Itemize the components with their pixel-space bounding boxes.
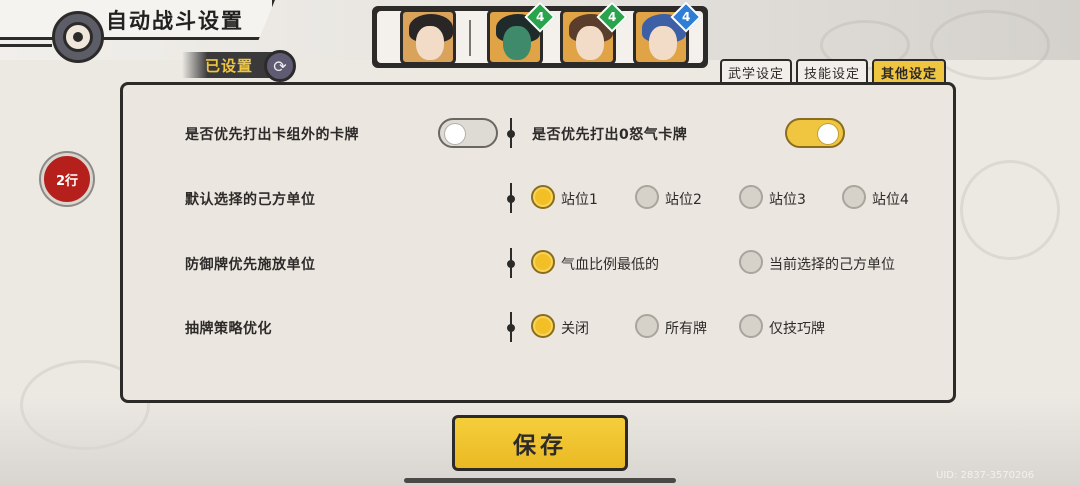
formation-icon[interactable]: 2行 bbox=[41, 153, 93, 205]
setting-label: 默认选择的己方单位 bbox=[185, 192, 316, 208]
radio-slot-2[interactable] bbox=[635, 185, 659, 209]
column-divider bbox=[507, 183, 515, 213]
team-separator bbox=[469, 20, 471, 56]
option-label: 站位1 bbox=[561, 192, 598, 208]
team-portrait-leader[interactable] bbox=[400, 9, 456, 65]
option-label: 当前选择的己方单位 bbox=[769, 257, 895, 273]
swap-icon: ⟳ bbox=[273, 56, 287, 76]
tab-skill-settings[interactable]: 技能设定 bbox=[796, 59, 868, 84]
toggle-play-outside-deck[interactable] bbox=[438, 118, 498, 148]
cloud-decoration bbox=[930, 10, 1050, 80]
radio-current-selected-unit[interactable] bbox=[739, 250, 763, 274]
toggle-play-zero-rage[interactable] bbox=[785, 118, 845, 148]
option-label: 站位2 bbox=[665, 192, 702, 208]
option-label: 关闭 bbox=[561, 321, 589, 337]
option-label: 站位4 bbox=[872, 192, 909, 208]
option-label: 站位3 bbox=[769, 192, 806, 208]
radio-slot-3[interactable] bbox=[739, 185, 763, 209]
preset-label: 已设置 bbox=[205, 57, 254, 75]
option-label: 仅技巧牌 bbox=[769, 321, 825, 337]
setting-label: 是否优先打出卡组外的卡牌 bbox=[185, 127, 359, 143]
back-button[interactable] bbox=[52, 11, 104, 63]
cloud-decoration bbox=[960, 160, 1060, 260]
uid-text: UID: 2837-3570206 bbox=[936, 470, 1035, 481]
save-button[interactable]: 保存 bbox=[452, 415, 628, 471]
radio-draw-skill-only[interactable] bbox=[739, 314, 763, 338]
radio-draw-off[interactable] bbox=[531, 314, 555, 338]
setting-label: 抽牌策略优化 bbox=[185, 321, 272, 337]
option-label: 气血比例最低的 bbox=[561, 257, 659, 273]
radio-slot-4[interactable] bbox=[842, 185, 866, 209]
page-title: 自动战斗设置 bbox=[106, 9, 244, 33]
home-indicator bbox=[404, 478, 676, 483]
setting-label: 是否优先打出0怒气卡牌 bbox=[532, 127, 688, 143]
column-divider bbox=[507, 118, 515, 148]
tab-other-settings[interactable]: 其他设定 bbox=[872, 59, 946, 84]
header-divider bbox=[0, 44, 52, 47]
swap-preset-button[interactable]: ⟳ bbox=[264, 50, 296, 82]
tab-martial-settings[interactable]: 武学设定 bbox=[720, 59, 792, 84]
radio-slot-1[interactable] bbox=[531, 185, 555, 209]
radio-draw-all[interactable] bbox=[635, 314, 659, 338]
option-label: 所有牌 bbox=[665, 321, 707, 337]
column-divider bbox=[507, 248, 515, 278]
radio-lowest-hp[interactable] bbox=[531, 250, 555, 274]
back-icon bbox=[63, 22, 93, 52]
setting-label: 防御牌优先施放单位 bbox=[185, 257, 316, 273]
column-divider bbox=[507, 312, 515, 342]
